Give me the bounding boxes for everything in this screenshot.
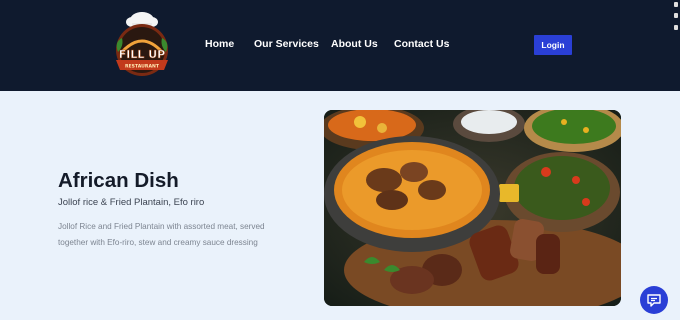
nav-item-about-us[interactable]: About Us (331, 38, 378, 50)
hero-subtitle: Jollof rice & Fried Plantain, Efo riro (58, 197, 205, 208)
chat-button[interactable] (640, 286, 668, 314)
chat-bubble-icon (647, 294, 661, 307)
logo-subtext: RESTAURANT (125, 64, 160, 70)
nav-item-contact-us[interactable]: Contact Us (394, 38, 449, 50)
edge-tool-icon[interactable] (674, 2, 678, 7)
nav-item-our-services[interactable]: Our Services (254, 38, 319, 50)
login-button[interactable]: Login (534, 35, 572, 55)
edge-toolbar (672, 0, 680, 40)
restaurant-logo[interactable]: FILL UP RESTAURANT (110, 8, 174, 80)
nav-item-home[interactable]: Home (205, 38, 234, 50)
edge-tool-icon[interactable] (674, 13, 678, 18)
food-image (324, 110, 621, 306)
edge-tool-icon[interactable] (674, 25, 678, 30)
site-header: FILL UP RESTAURANT Home Our Services Abo… (0, 0, 680, 91)
hero-title: African Dish (58, 169, 179, 192)
logo-text: FILL UP (119, 48, 165, 61)
hero-description: Jollof Rice and Fried Plantain with asso… (58, 222, 265, 247)
